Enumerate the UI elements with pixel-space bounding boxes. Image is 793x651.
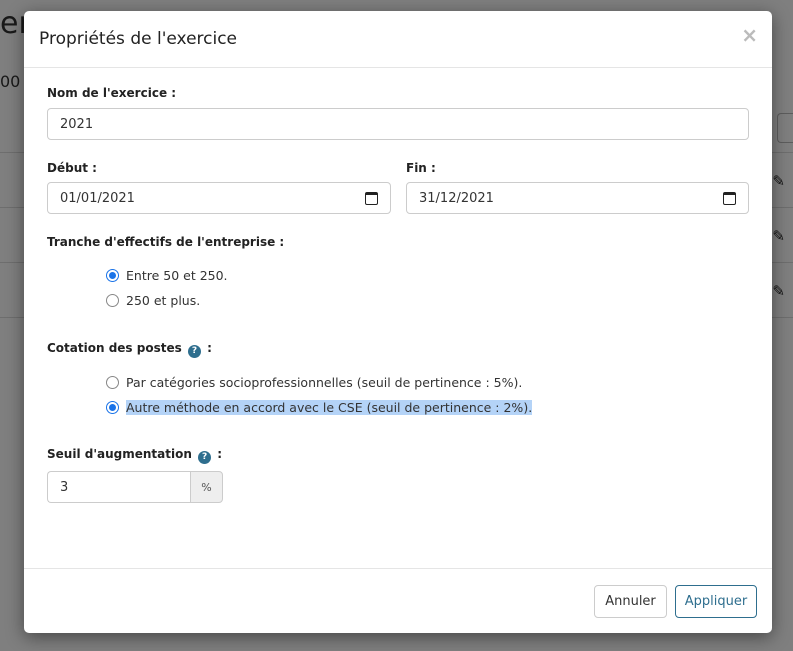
job-rating-label-text: Cotation des postes — [47, 341, 182, 355]
exercise-name-value: 2021 — [60, 116, 94, 132]
increase-threshold-group: 3 % — [47, 471, 223, 503]
cancel-button[interactable]: Annuler — [594, 585, 667, 618]
end-date-value: 31/12/2021 — [419, 190, 494, 206]
workforce-option-label: Entre 50 et 250. — [126, 268, 228, 283]
start-date-label: Début : — [47, 161, 97, 175]
job-rating-label-suffix: : — [207, 341, 212, 355]
end-date-input[interactable]: 31/12/2021 — [406, 182, 749, 214]
increase-threshold-label-text: Seuil d'augmentation — [47, 447, 192, 461]
increase-threshold-label-suffix: : — [217, 447, 223, 461]
increase-threshold-value: 3 — [60, 479, 69, 495]
rating-option-label: Par catégories socioprofessionnelles (se… — [126, 375, 523, 390]
workforce-option-label: 250 et plus. — [126, 293, 201, 308]
calendar-icon[interactable] — [723, 191, 736, 205]
start-date-input[interactable]: 01/01/2021 — [47, 182, 391, 214]
end-date-label: Fin : — [406, 161, 436, 175]
question-circle-icon[interactable]: ? — [198, 451, 212, 464]
increase-threshold-input[interactable]: 3 — [47, 471, 190, 503]
modal-header: Propriétés de l'exercice × — [24, 11, 772, 68]
rating-option-socioprofessional[interactable]: Par catégories socioprofessionnelles (se… — [106, 375, 522, 390]
exercise-name-input[interactable]: 2021 — [47, 108, 749, 140]
exercise-name-label: Nom de l'exercice : — [47, 86, 177, 100]
percent-addon: % — [190, 471, 223, 503]
radio-button[interactable] — [106, 401, 119, 414]
rating-option-cse-method[interactable]: Autre méthode en accord avec le CSE (seu… — [106, 400, 533, 415]
modal-title: Propriétés de l'exercice — [39, 29, 238, 49]
apply-button[interactable]: Appliquer — [675, 585, 757, 618]
close-icon[interactable]: × — [741, 25, 758, 45]
radio-button[interactable] — [106, 269, 119, 282]
question-circle-icon[interactable]: ? — [187, 345, 201, 358]
modal-footer: Annuler Appliquer — [24, 568, 772, 633]
increase-threshold-label: Seuil d'augmentation ? : — [47, 447, 222, 464]
start-date-value: 01/01/2021 — [60, 190, 135, 206]
calendar-icon[interactable] — [365, 191, 378, 205]
radio-button[interactable] — [106, 294, 119, 307]
workforce-option-50-250[interactable]: Entre 50 et 250. — [106, 268, 228, 283]
job-rating-label: Cotation des postes ? : — [47, 341, 212, 358]
workforce-option-250-plus[interactable]: 250 et plus. — [106, 293, 200, 308]
radio-button[interactable] — [106, 376, 119, 389]
workforce-label: Tranche d'effectifs de l'entreprise : — [47, 235, 285, 249]
rating-option-label: Autre méthode en accord avec le CSE (seu… — [126, 400, 533, 415]
exercise-properties-dialog: Propriétés de l'exercice × Nom de l'exer… — [24, 11, 772, 633]
